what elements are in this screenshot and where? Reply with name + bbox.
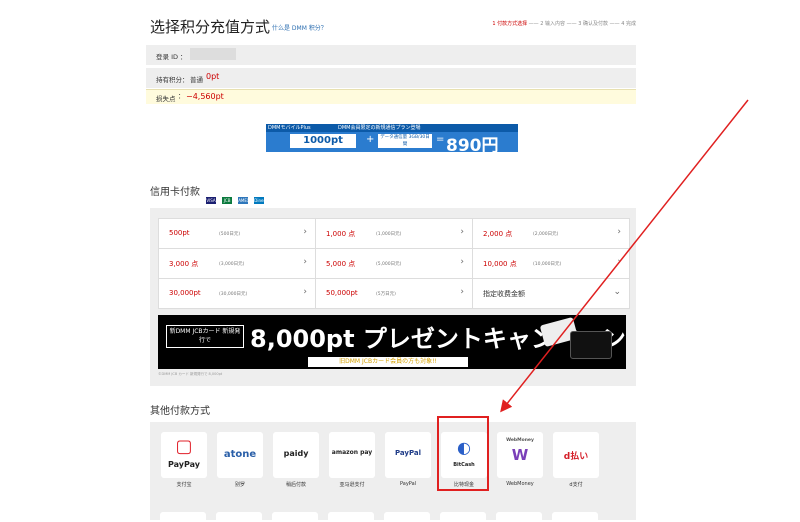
annotation-arrow-icon [500, 99, 749, 413]
